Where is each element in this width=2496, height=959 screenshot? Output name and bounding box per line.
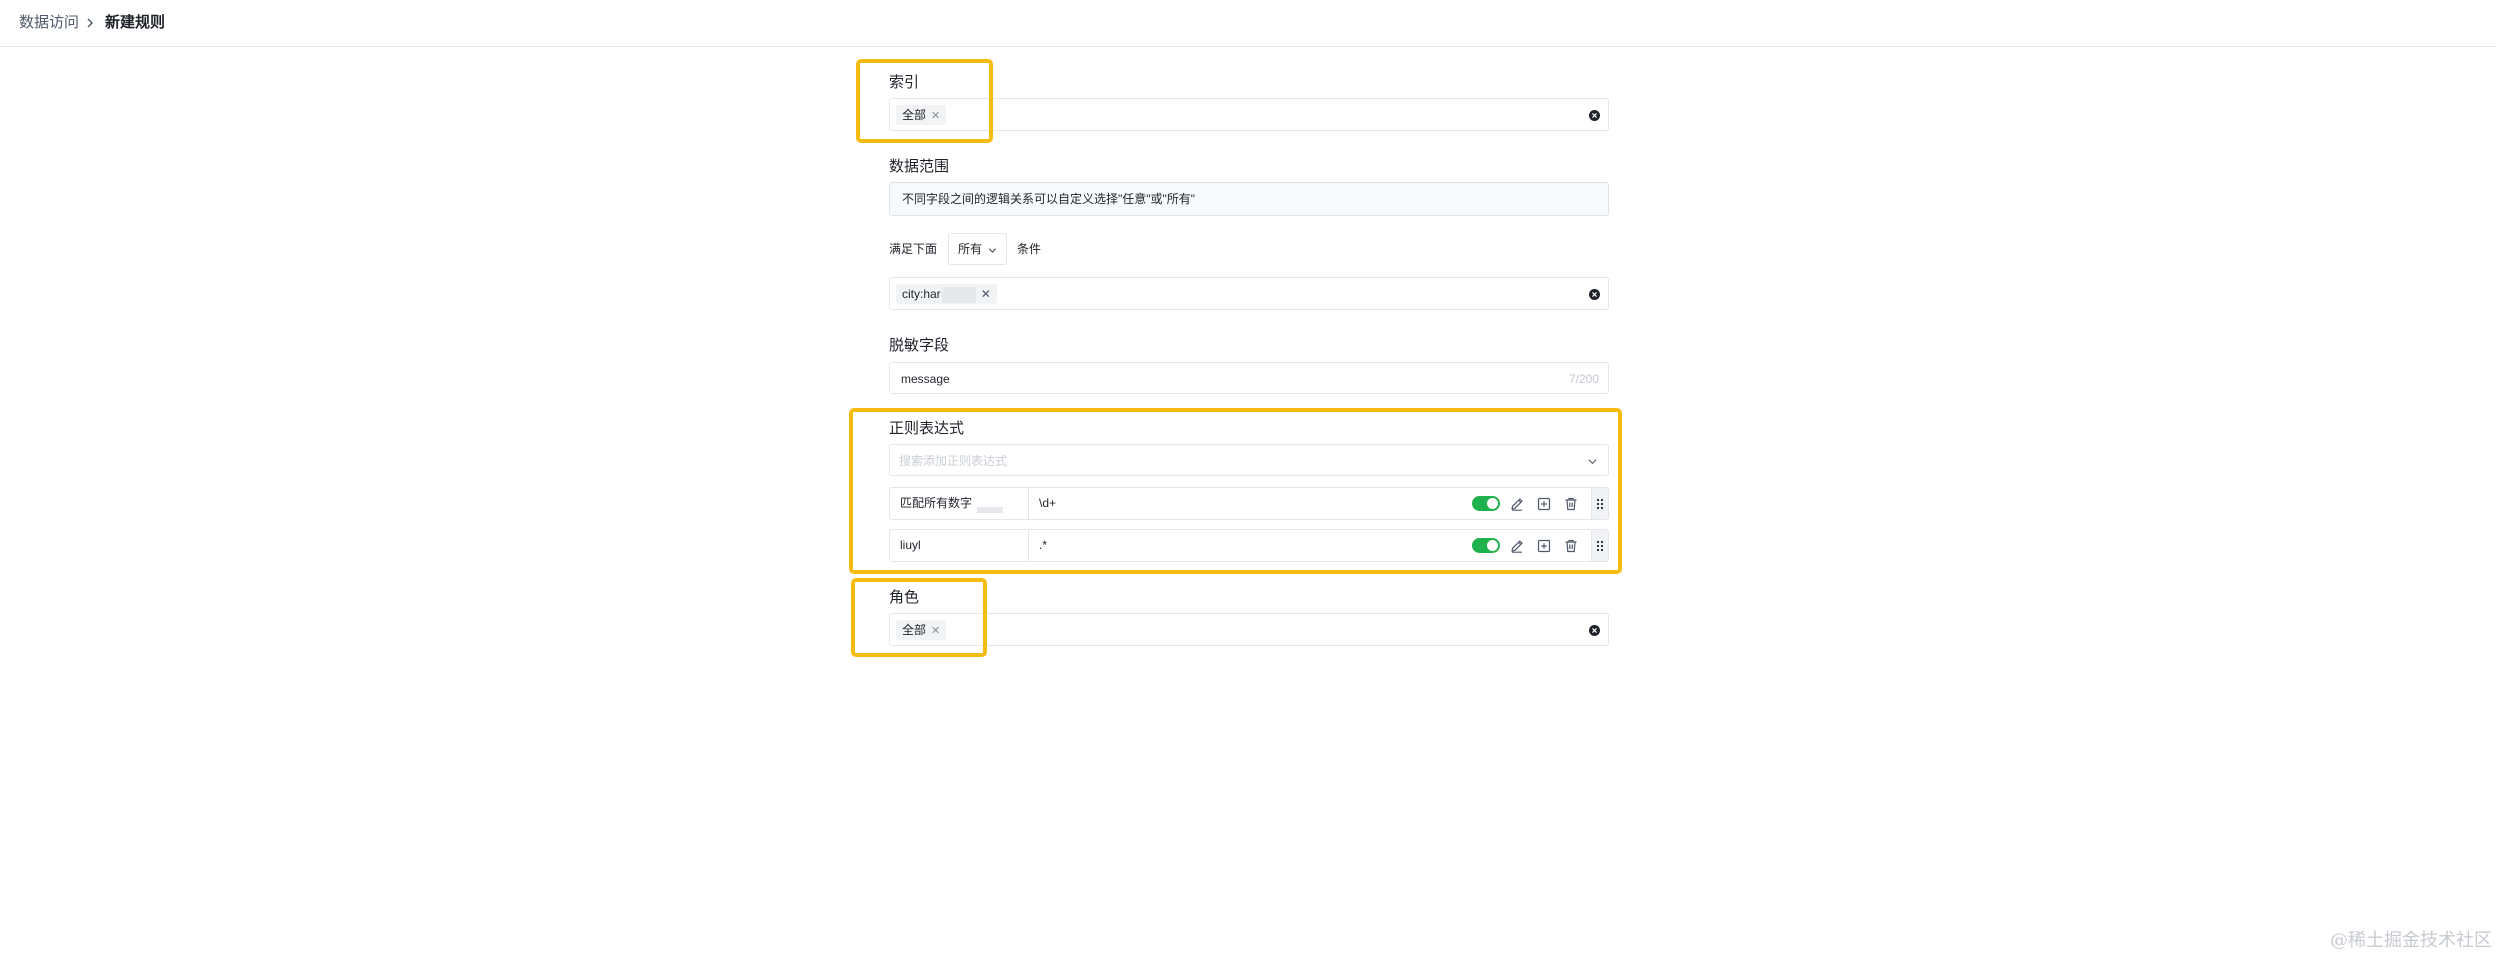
role-select[interactable]: 全部 ✕ [889, 613, 1609, 646]
breadcrumb-parent[interactable]: 数据访问 [19, 14, 79, 32]
redacted-block [941, 286, 976, 303]
mask-field-label: 脱敏字段 [889, 337, 950, 354]
condition-select-value: 所有 [958, 242, 983, 256]
watermark: @稀土掘金技术社区 [2330, 930, 2492, 951]
top-bar: 数据访问 新建规则 [0, 0, 2496, 47]
index-select[interactable]: 全部 ✕ [889, 98, 1609, 131]
clear-icon[interactable] [1589, 625, 1600, 636]
data-scope-hint: 不同字段之间的逻辑关系可以自定义选择"任意"或"所有" [889, 182, 1609, 216]
data-scope-label: 数据范围 [889, 158, 950, 175]
scope-tag-text: city:har [902, 287, 941, 301]
scope-condition-select[interactable]: city:har ✕ [889, 277, 1609, 310]
highlight-box [849, 408, 1622, 574]
highlight-box [851, 578, 987, 657]
condition-suffix: 条件 [1017, 242, 1042, 256]
scope-tag: city:har ✕ [896, 284, 997, 304]
tag-close-icon[interactable]: ✕ [981, 287, 991, 301]
highlight-box [856, 59, 993, 143]
mask-field-value: message [901, 372, 950, 386]
char-counter: 7/200 [1568, 372, 1599, 386]
condition-select[interactable]: 所有 [948, 233, 1007, 265]
chevron-right-icon [87, 18, 93, 28]
mask-field-input[interactable]: message 7/200 [889, 362, 1609, 394]
clear-icon[interactable] [1589, 289, 1600, 300]
clear-icon[interactable] [1589, 110, 1600, 121]
breadcrumb-current: 新建规则 [105, 14, 166, 31]
condition-prefix: 满足下面 [889, 242, 938, 256]
chevron-down-icon [988, 248, 997, 253]
